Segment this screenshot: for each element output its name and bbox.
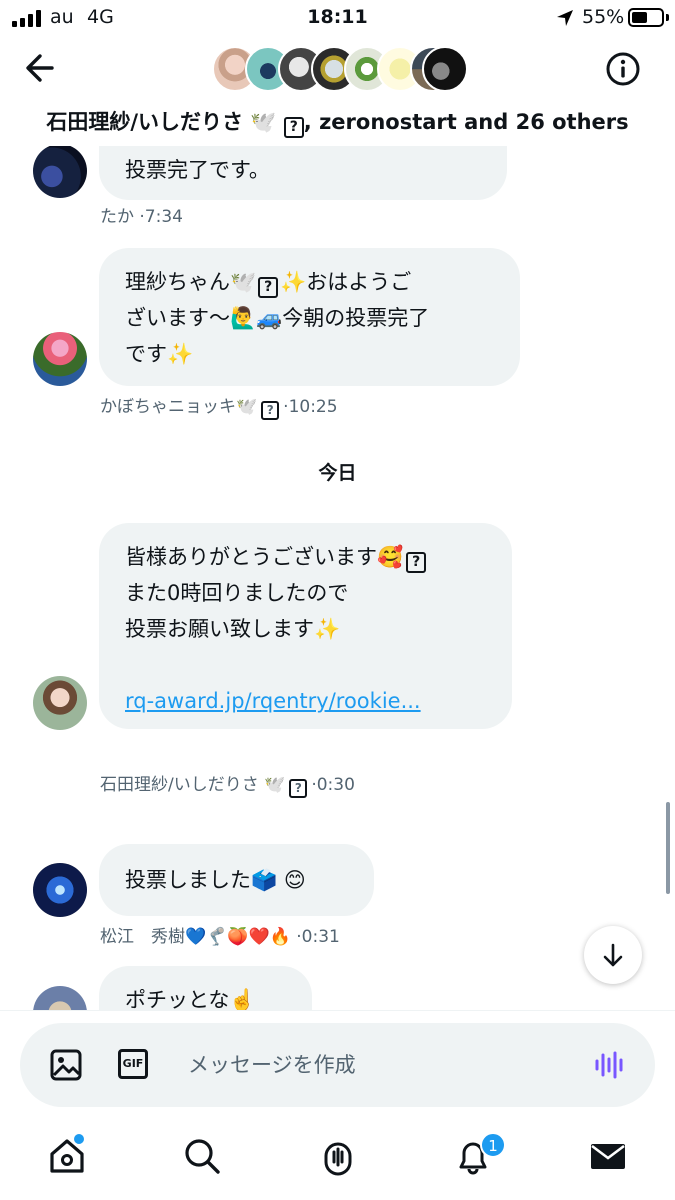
message-meta: 石田理紗/いしだりさ 🕊️? ·0:30 — [100, 770, 355, 798]
message-text: ポチッとな☝️ — [125, 988, 256, 1010]
message-text: 投票しました🗳️ 😊 — [125, 868, 306, 892]
unknown-glyph-icon: ? — [258, 277, 279, 298]
voice-wave-icon — [595, 1051, 623, 1079]
battery-percent: 55% — [582, 6, 625, 28]
message-line: 投票お願い致します✨ — [125, 617, 341, 641]
unknown-glyph-icon: ? — [289, 779, 308, 798]
title-participants: , zeronostart and 26 others — [303, 110, 629, 134]
back-button[interactable] — [22, 50, 62, 86]
member-avatar — [422, 46, 468, 92]
message-time: ·7:34 — [139, 207, 183, 227]
sender-name: かぼちゃニョッキ🕊️ — [100, 397, 258, 417]
unknown-glyph-icon: ? — [261, 401, 280, 420]
message-time: ·0:30 — [311, 775, 355, 795]
message-bubble[interactable]: 投票しました🗳️ 😊 — [99, 844, 374, 916]
group-avatar-stack[interactable] — [212, 46, 468, 92]
sender-name: 石田理紗/いしだりさ 🕊️ — [100, 775, 286, 795]
unknown-glyph-icon: ? — [406, 552, 427, 573]
title-name: 石田理紗/いしだりさ 🕊️ — [46, 110, 277, 134]
avatar[interactable] — [33, 332, 87, 386]
message-line: です✨ — [125, 342, 194, 366]
message-input[interactable] — [188, 1045, 588, 1085]
sender-name: たか — [100, 207, 134, 227]
scrollbar[interactable] — [666, 802, 670, 894]
spaces-icon — [324, 1142, 352, 1176]
avatar[interactable] — [33, 986, 87, 1010]
gif-button[interactable]: GIF — [118, 1049, 148, 1079]
message-meta: 松江 秀樹💙🦿🍑❤️🔥 ·0:31 — [100, 922, 340, 947]
arrow-left-icon — [26, 54, 54, 82]
message-meta: たか ·7:34 — [100, 202, 183, 227]
image-icon — [50, 1049, 82, 1081]
message-line: 理紗ちゃん🕊️? ✨おはようご — [125, 264, 494, 300]
scroll-to-bottom-button[interactable] — [584, 926, 642, 984]
sender-name: 松江 秀樹💙🦿🍑❤️🔥 — [100, 927, 291, 947]
conversation-title[interactable]: 石田理紗/いしだりさ 🕊️ ?, zeronostart and 26 othe… — [0, 106, 675, 138]
voice-message-button[interactable] — [594, 1051, 626, 1083]
battery-fill — [632, 12, 647, 23]
message-time: ·0:31 — [296, 927, 340, 947]
message-time: ·10:25 — [283, 397, 338, 417]
composer-bar: GIF — [0, 1010, 675, 1122]
avatar[interactable] — [33, 146, 87, 198]
add-image-button[interactable] — [50, 1049, 82, 1085]
tab-messages[interactable] — [588, 1136, 628, 1176]
status-bar: au 4G 18:11 55% — [0, 0, 675, 36]
search-icon — [185, 1139, 220, 1174]
battery-icon — [628, 8, 664, 27]
home-unread-dot — [74, 1134, 84, 1144]
battery-tip — [666, 14, 669, 21]
message-line: 皆様ありがとうございます🥰? — [125, 539, 486, 575]
location-icon — [556, 9, 574, 31]
tab-spaces[interactable] — [318, 1136, 358, 1176]
composer: GIF — [20, 1023, 655, 1107]
info-button[interactable] — [604, 50, 642, 88]
day-separator: 今日 — [318, 462, 357, 484]
message-bubble[interactable]: 投票完了です。 — [99, 146, 507, 200]
message-meta: かぼちゃニョッキ🕊️? ·10:25 — [100, 392, 338, 420]
message-list[interactable]: 投票完了です。 たか ·7:34 理紗ちゃん🕊️? ✨おはようご ざいます〜🙋‍♂… — [0, 146, 675, 1010]
message-bubble[interactable]: ポチッとな☝️ — [99, 966, 312, 1010]
message-line: また0時回りましたので — [125, 581, 349, 605]
message-bubble[interactable]: 理紗ちゃん🕊️? ✨おはようご ざいます〜🙋‍♂️🚙今朝の投票完了 です✨ — [99, 248, 520, 386]
avatar[interactable] — [33, 676, 87, 730]
tab-search[interactable] — [182, 1136, 222, 1176]
messages-icon — [591, 1144, 625, 1169]
avatar[interactable] — [33, 863, 87, 917]
message-link[interactable]: rq-award.jp/rqentry/rookie... — [125, 683, 486, 719]
unknown-glyph-icon: ? — [283, 117, 304, 138]
message-line: ざいます〜🙋‍♂️🚙今朝の投票完了 — [125, 306, 430, 330]
notification-badge: 1 — [480, 1132, 506, 1158]
arrow-down-icon — [603, 943, 623, 967]
message-text: 投票完了です。 — [125, 158, 270, 182]
conversation-header: 石田理紗/いしだりさ 🕊️ ?, zeronostart and 26 othe… — [0, 36, 675, 146]
message-bubble[interactable]: 皆様ありがとうございます🥰? また0時回りましたので 投票お願い致します✨ rq… — [99, 523, 512, 729]
bottom-tab-bar — [0, 1122, 675, 1200]
info-circle-icon — [606, 52, 640, 86]
